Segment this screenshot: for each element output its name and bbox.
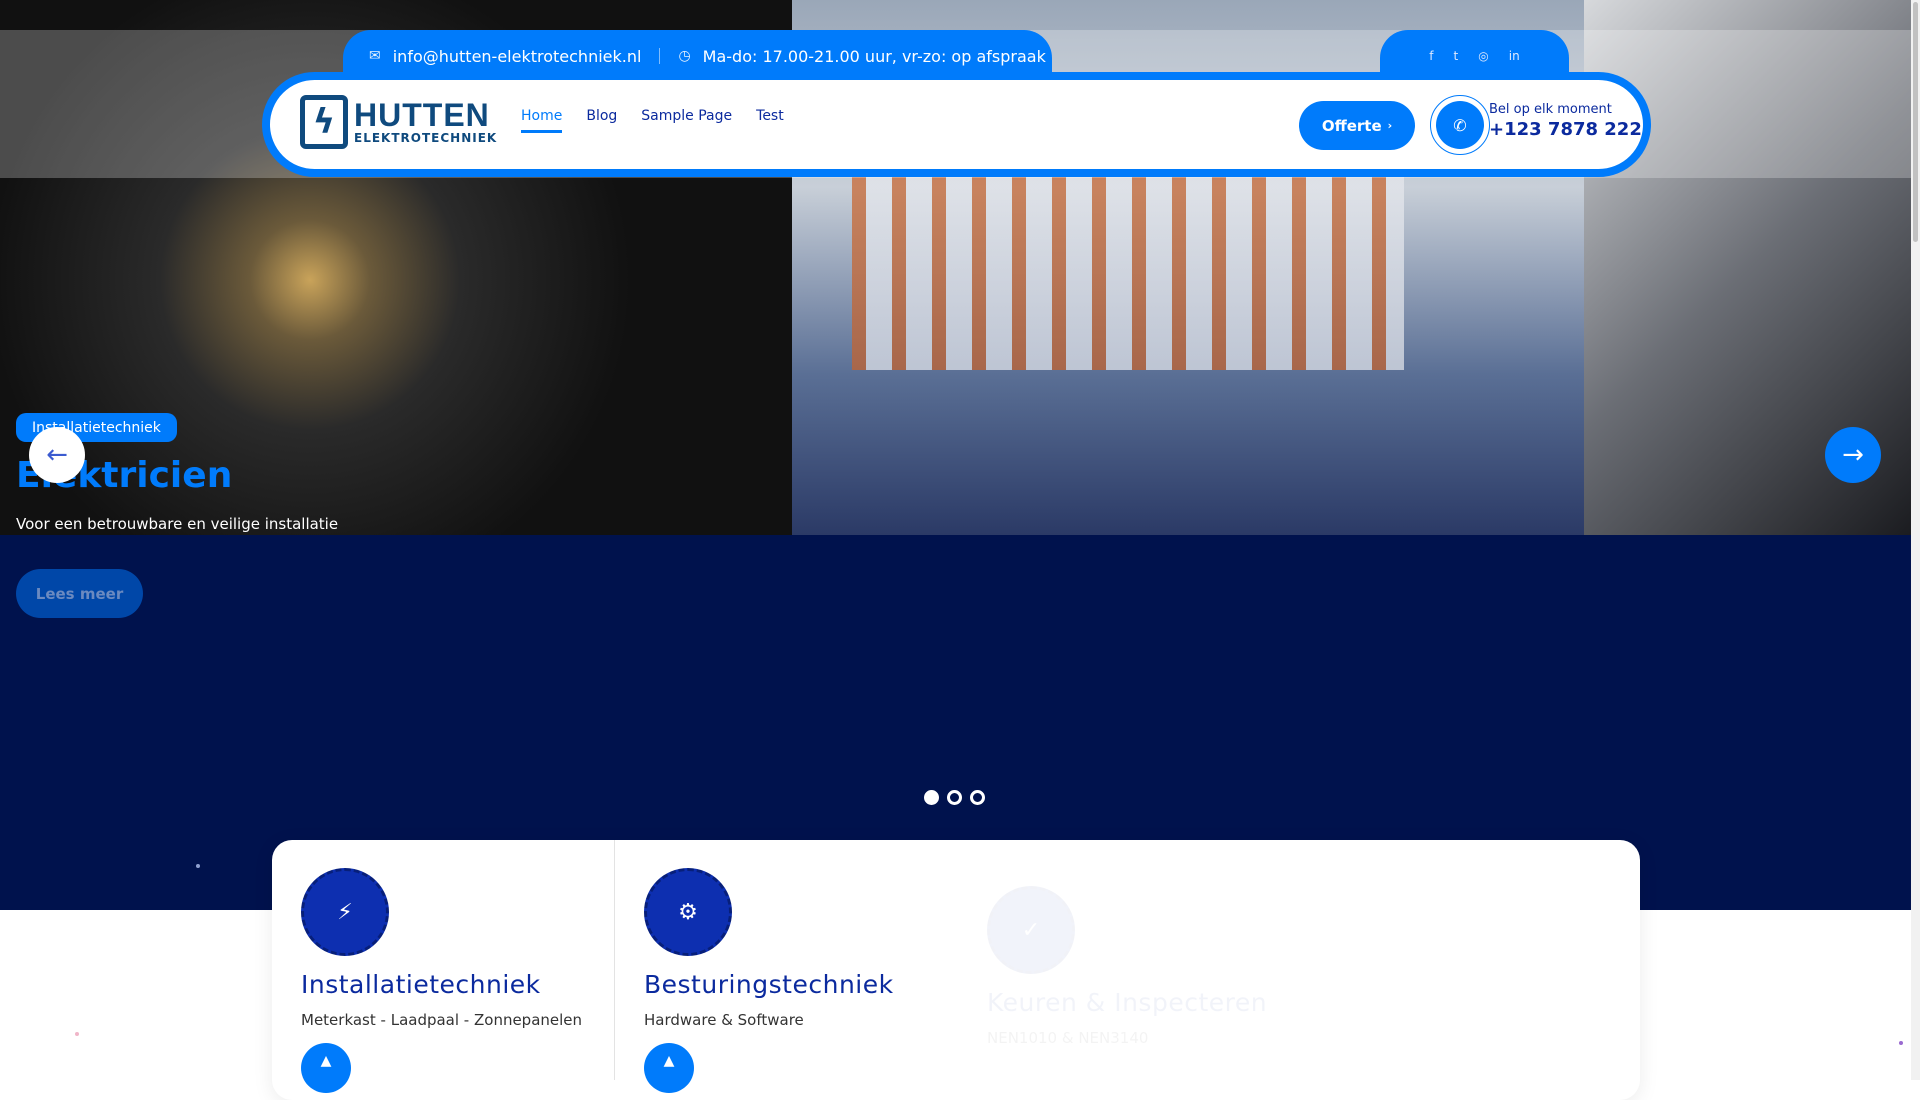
logo[interactable]: ϟ HUTTEN ELEKTROTECHNIEK: [300, 95, 497, 149]
slide-dot-1[interactable]: [924, 790, 939, 805]
slide-dot-2[interactable]: [947, 790, 962, 805]
facebook-icon[interactable]: f: [1429, 49, 1433, 63]
card-divider: [614, 840, 615, 1080]
checklist-icon: ✓: [987, 886, 1075, 974]
lightning-icon: ϟ: [300, 95, 348, 149]
arrow-icon: ›: [1387, 119, 1393, 132]
nav-home[interactable]: Home: [521, 108, 563, 133]
service-title: Installatietechniek: [301, 970, 541, 999]
service-card[interactable]: ⚡ Installatietechniek Meterkast - Laadpa…: [301, 868, 582, 1093]
lees-meer-button[interactable]: Lees meer: [16, 569, 143, 618]
gear-icon: ⚙: [644, 868, 732, 956]
main-header: ϟ HUTTEN ELEKTROTECHNIEK Home Blog Sampl…: [262, 72, 1651, 177]
twitter-icon[interactable]: t: [1454, 49, 1459, 63]
services-cards: ⚡ Installatietechniek Meterkast - Laadpa…: [272, 840, 1640, 1100]
slider-pagination: [924, 790, 985, 805]
plug-icon: ⚡: [301, 868, 389, 956]
arrow-up-icon[interactable]: ▲: [644, 1043, 694, 1093]
logo-title: HUTTEN: [354, 97, 490, 133]
clock-icon: ◷: [678, 48, 691, 64]
opening-hours: Ma-do: 17.00-21.00 uur, vr-zo: op afspra…: [702, 46, 1046, 66]
prev-slide-arrow-icon[interactable]: ←: [29, 427, 85, 483]
nav-sample-page[interactable]: Sample Page: [641, 108, 732, 133]
envelope-icon: ✉: [369, 48, 381, 64]
decor-dot: [75, 1032, 79, 1036]
linkedin-icon[interactable]: in: [1509, 49, 1520, 63]
instagram-icon[interactable]: ◎: [1478, 49, 1488, 63]
slide-dot-3[interactable]: [970, 790, 985, 805]
nav-blog[interactable]: Blog: [586, 108, 617, 133]
logo-subtitle: ELEKTROTECHNIEK: [354, 131, 498, 145]
service-subtitle: Meterkast - Laadpaal - Zonnepanelen: [301, 1011, 583, 1029]
next-slide-arrow-icon[interactable]: →: [1825, 427, 1881, 483]
service-title: Besturingstechniek: [644, 970, 894, 999]
nav-test[interactable]: Test: [756, 108, 784, 133]
service-subtitle: Hardware & Software: [644, 1011, 804, 1029]
phone-button[interactable]: ✆: [1430, 95, 1490, 155]
service-card[interactable]: ✓ Keuren & Inspecteren NEN1010 & NEN3140: [987, 886, 1267, 1047]
service-subtitle: NEN1010 & NEN3140: [987, 1029, 1149, 1047]
arrow-up-icon[interactable]: ▲: [301, 1043, 351, 1093]
slide-subtitle: Voor een betrouwbare en veilige installa…: [16, 515, 339, 533]
phone-label: Bel op elk moment: [1489, 102, 1612, 117]
phone-number[interactable]: +123 7878 222: [1489, 119, 1642, 140]
decor-dot: [196, 864, 200, 868]
email-link[interactable]: info@hutten-elektrotechniek.nl: [393, 47, 642, 66]
offerte-button[interactable]: Offerte ›: [1299, 101, 1415, 150]
phone-info: Bel op elk moment +123 7878 222: [1489, 102, 1642, 140]
page-scrollbar[interactable]: [1911, 0, 1920, 1080]
service-title: Keuren & Inspecteren: [987, 988, 1268, 1017]
scrollbar-thumb[interactable]: [1913, 2, 1918, 242]
decor-dot: [1899, 1041, 1903, 1045]
service-card[interactable]: ⚙ Besturingstechniek Hardware & Software…: [644, 868, 894, 1093]
offerte-label: Offerte: [1321, 116, 1382, 135]
main-nav: Home Blog Sample Page Test: [521, 108, 784, 133]
divider: [659, 48, 661, 64]
phone-icon: ✆: [1436, 101, 1484, 149]
